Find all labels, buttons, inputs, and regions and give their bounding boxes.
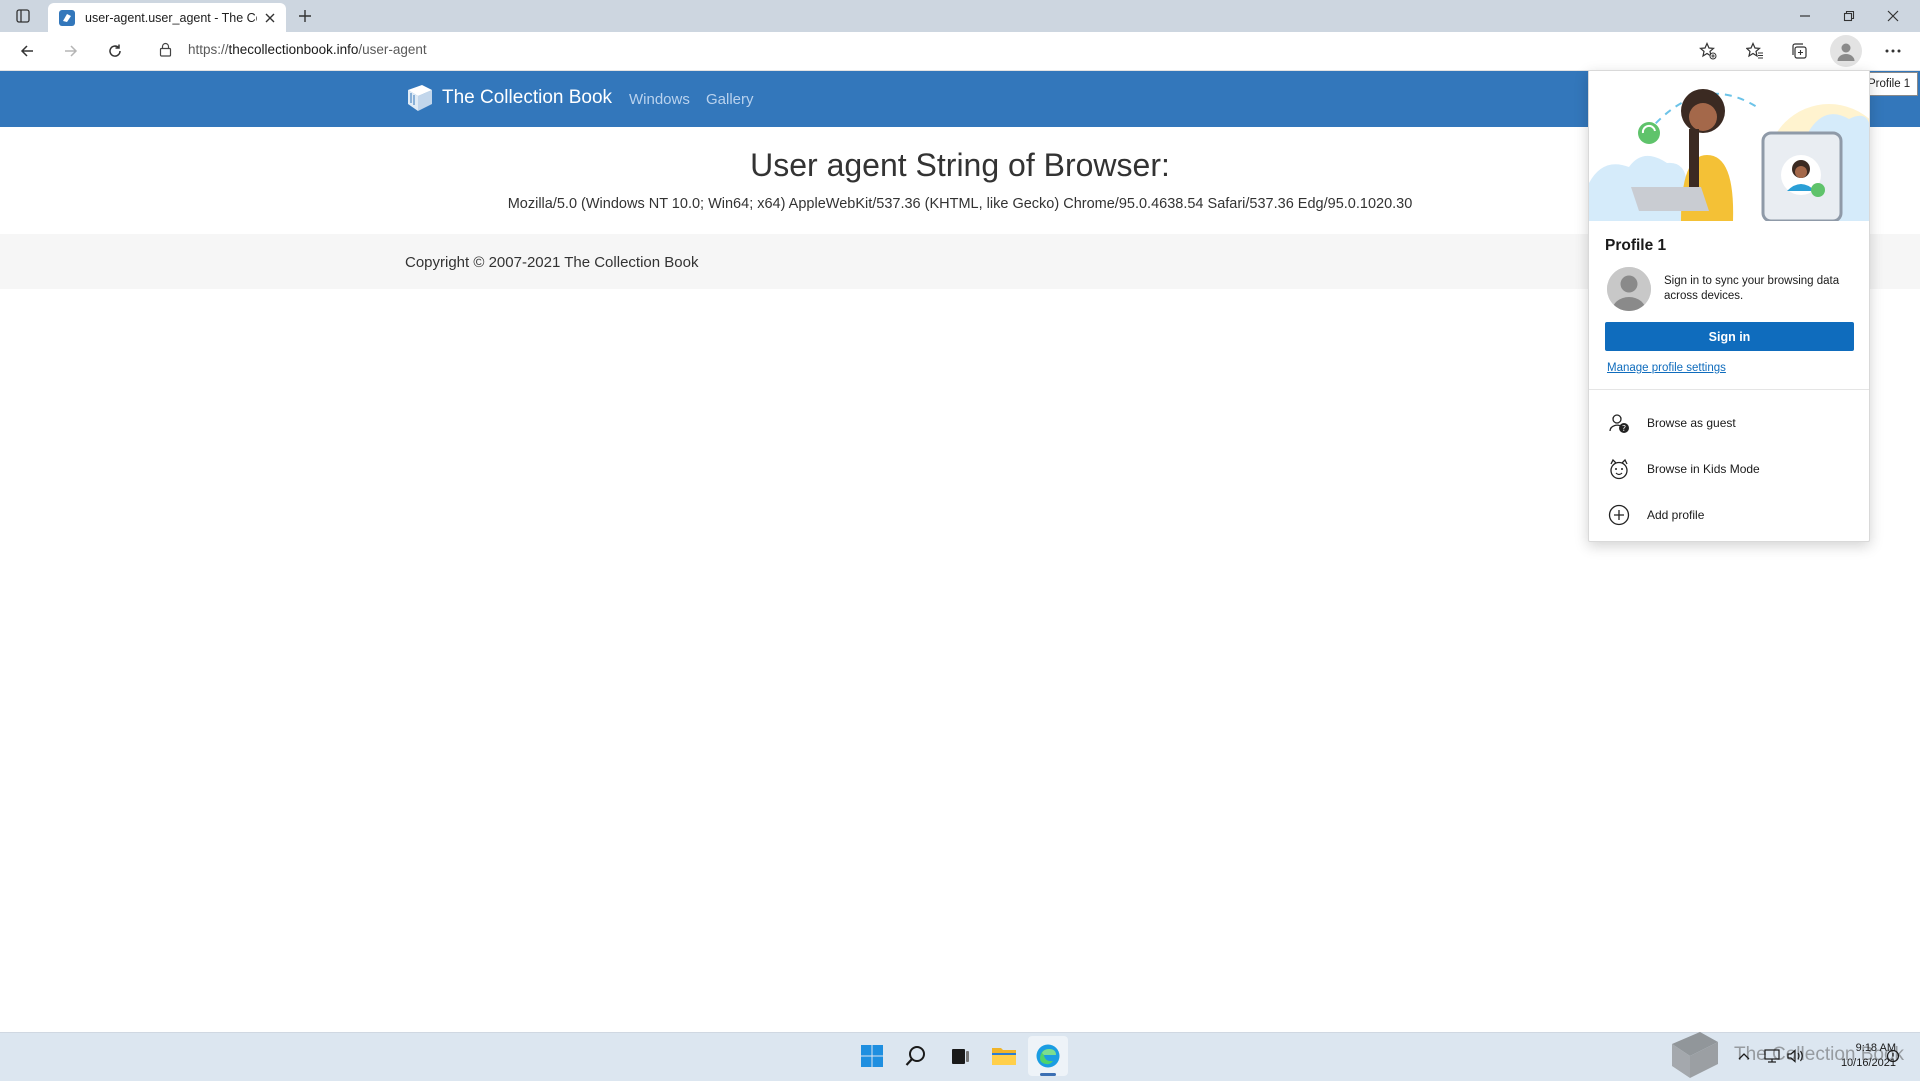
manage-profile-settings-link[interactable]: Manage profile settings — [1607, 362, 1726, 374]
search-icon — [904, 1044, 928, 1068]
add-favorite-button[interactable] — [1693, 37, 1723, 65]
sign-in-button[interactable]: Sign in — [1605, 322, 1854, 351]
volume-button[interactable] — [1786, 1046, 1806, 1066]
guest-icon: ? — [1607, 411, 1631, 435]
back-arrow-icon — [19, 43, 35, 59]
network-icon — [1764, 1049, 1780, 1063]
show-hidden-icons-button[interactable] — [1734, 1046, 1754, 1066]
forward-button[interactable] — [56, 38, 86, 64]
minimize-button[interactable] — [1783, 0, 1827, 32]
footer-copyright: Copyright © 2007-2021 The Collection Boo… — [405, 254, 699, 271]
sync-message: Sign in to sync your browsing data acros… — [1664, 275, 1840, 302]
settings-more-button[interactable] — [1878, 37, 1908, 65]
profile-name: Profile 1 — [1605, 237, 1667, 254]
edge-taskbar-button[interactable] — [1028, 1036, 1068, 1076]
browse-in-kids-mode-item[interactable]: Browse in Kids Mode — [1589, 449, 1869, 489]
close-icon — [1887, 10, 1899, 22]
add-profile-label: Add profile — [1647, 508, 1705, 522]
forward-arrow-icon — [63, 43, 79, 59]
search-button[interactable] — [896, 1036, 936, 1076]
profile-avatar-icon — [1835, 40, 1857, 62]
favorites-star-icon — [1746, 42, 1764, 60]
refresh-icon — [107, 43, 123, 59]
tab-actions-button[interactable] — [8, 4, 38, 28]
task-view-icon — [949, 1045, 971, 1067]
minimize-icon — [1799, 10, 1811, 22]
back-button[interactable] — [12, 38, 42, 64]
notification-icon — [1886, 1049, 1900, 1063]
add-profile-icon — [1607, 503, 1631, 527]
start-button[interactable] — [852, 1036, 892, 1076]
add-profile-item[interactable]: Add profile — [1589, 495, 1869, 535]
url-path: /user-agent — [358, 42, 427, 57]
restore-icon — [1843, 10, 1855, 22]
url-text[interactable]: https://thecollectionbook.info/user-agen… — [188, 42, 427, 57]
lock-icon[interactable] — [159, 42, 172, 57]
flyout-divider — [1589, 389, 1869, 390]
watermark-book-icon — [1666, 1030, 1722, 1080]
windows-logo-icon — [860, 1044, 884, 1068]
notifications-button[interactable] — [1883, 1046, 1903, 1066]
site-brand-link[interactable]: The Collection Book — [404, 84, 612, 112]
close-window-button[interactable] — [1871, 0, 1915, 32]
file-explorer-button[interactable] — [984, 1036, 1024, 1076]
kids-mode-icon — [1607, 457, 1631, 481]
collections-button[interactable] — [1784, 37, 1814, 65]
plus-icon — [298, 9, 312, 23]
svg-text:?: ? — [1622, 424, 1626, 433]
favorites-button[interactable] — [1740, 37, 1770, 65]
url-prefix: https:// — [188, 42, 229, 57]
task-view-button[interactable] — [940, 1036, 980, 1076]
profile-flyout: Profile 1 Sign in to sync your browsing … — [1588, 70, 1870, 542]
more-dots-icon — [1885, 49, 1901, 53]
volume-icon — [1787, 1049, 1805, 1063]
star-add-icon — [1699, 42, 1717, 60]
new-tab-button[interactable] — [292, 4, 318, 28]
profile-button[interactable] — [1830, 35, 1862, 67]
browse-in-kids-mode-label: Browse in Kids Mode — [1647, 462, 1760, 476]
edge-icon — [1035, 1043, 1061, 1069]
tab-close-icon[interactable] — [261, 9, 279, 27]
site-favicon-icon — [58, 9, 76, 27]
restore-button[interactable] — [1827, 0, 1871, 32]
folder-icon — [991, 1045, 1017, 1067]
collections-icon — [1790, 42, 1808, 60]
tab-title: user-agent.user_agent - The Coll — [85, 10, 257, 25]
network-button[interactable] — [1762, 1046, 1782, 1066]
nav-link-windows[interactable]: Windows — [629, 91, 690, 108]
nav-link-gallery[interactable]: Gallery — [706, 91, 754, 108]
refresh-button[interactable] — [100, 38, 130, 64]
browse-as-guest-item[interactable]: ? Browse as guest — [1589, 403, 1869, 443]
tab-actions-icon — [16, 9, 30, 23]
browser-tab[interactable]: user-agent.user_agent - The Coll — [48, 3, 286, 32]
profile-illustration — [1589, 71, 1869, 221]
brand-name: The Collection Book — [442, 87, 613, 108]
tab-strip — [0, 0, 1920, 32]
active-app-indicator — [1040, 1073, 1056, 1076]
chevron-up-icon — [1738, 1052, 1750, 1060]
book-logo-icon — [404, 84, 434, 112]
url-host: thecollectionbook.info — [228, 42, 359, 57]
browse-as-guest-label: Browse as guest — [1647, 416, 1736, 430]
profile-avatar — [1607, 267, 1651, 311]
